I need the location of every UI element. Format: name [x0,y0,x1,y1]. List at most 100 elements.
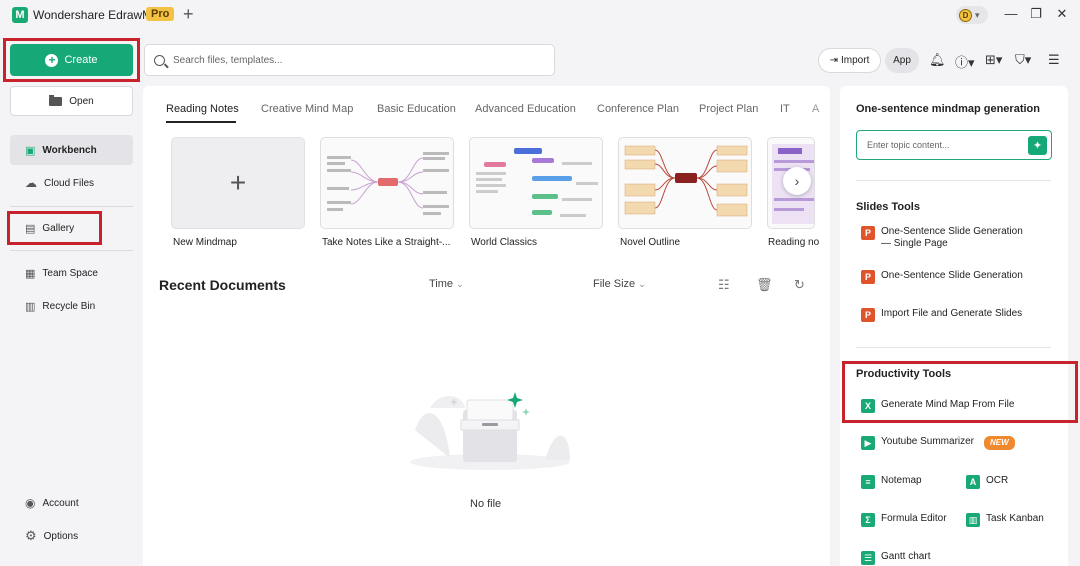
account-icon: ◉ [25,496,36,510]
sort-by-file-size[interactable]: File Size ⌄ [593,278,646,290]
mindmap-thumbnail-icon [327,152,449,215]
tool-label: Gantt chart [881,551,931,562]
sidebar-item-account[interactable]: ◉ Account [10,488,133,518]
sparkle-generate-icon[interactable]: ✦ [1028,136,1047,155]
gantt-icon: ☰ [861,551,875,565]
chevron-down-icon: ⌄ [638,279,646,289]
powerpoint-icon: P [861,226,875,240]
sort-by-time[interactable]: Time ⌄ [429,278,464,290]
search-icon [154,54,165,66]
sidebar-item-team-space[interactable]: ▦ Team Space [10,258,133,288]
tool-task-kanban[interactable]: ▥ Task Kanban [966,513,1044,527]
list-view-icon[interactable]: ☷ [718,277,730,293]
tool-slide-generation[interactable]: P One-Sentence Slide Generation [861,270,1023,284]
tool-label: One-Sentence Slide Generation — Single P… [881,226,1023,249]
tool-ocr[interactable]: A OCR [966,475,1008,489]
tab-basic-education[interactable]: Basic Education [377,103,456,115]
tool-slide-single-page[interactable]: P One-Sentence Slide Generation — Single… [861,226,1031,250]
sidebar-item-label: Options [43,530,79,542]
help-icon[interactable]: ⓘ▾ [955,52,975,71]
tool-gantt-chart[interactable]: ☰ Gantt chart [861,551,930,565]
search-input[interactable] [173,54,533,66]
user-avatar[interactable]: D ▾ [956,6,988,24]
recent-documents-title: Recent Documents [159,277,286,293]
pro-badge[interactable]: Pro [146,7,175,21]
import-label: Import [841,55,870,66]
sidebar-item-cloud-files[interactable]: ☁ Cloud Files [10,168,133,198]
workbench-icon: ▣ [25,144,36,157]
sort-size-label: File Size [593,278,636,290]
tool-youtube-summarizer[interactable]: ▶ Youtube Summarizer NEW [861,436,1015,450]
tool-label: Import File and Generate Slides [881,308,1023,319]
trash-icon: ▥ [25,300,36,313]
tab-reading-notes[interactable]: Reading Notes [166,103,239,115]
restore-button[interactable]: ❐ [1028,6,1044,22]
tab-it[interactable]: IT [780,103,790,115]
new-tab-button[interactable]: + [183,4,194,25]
tool-notemap[interactable]: ≡ Notemap [861,475,922,489]
sidebar-item-label: Cloud Files [44,177,95,189]
section-divider [856,180,1051,181]
open-label: Open [69,95,94,107]
template-card[interactable] [618,137,752,229]
tool-import-generate-slides[interactable]: P Import File and Generate Slides [861,308,1022,322]
close-button[interactable]: ✕ [1054,6,1070,22]
grid-icon[interactable]: ⊞▾ [985,52,1002,68]
template-card[interactable] [320,137,454,229]
refresh-icon[interactable]: ↻ [794,277,805,293]
sidebar-divider [10,206,133,207]
tool-label: Notemap [881,475,922,486]
sidebar-item-workbench[interactable]: ▣ Workbench [10,135,133,165]
tab-creative-mind-map[interactable]: Creative Mind Map [261,103,353,115]
open-button[interactable]: Open [10,86,133,116]
import-icon: ⇥ [829,55,839,66]
topic-input[interactable] [867,140,1017,150]
app-button[interactable]: App [885,48,919,73]
topic-input-box[interactable]: ✦ [856,130,1052,160]
sidebar-item-label: Recycle Bin [42,300,96,312]
notemap-icon: ≡ [861,475,875,489]
search-bar[interactable] [144,44,555,76]
sidebar-item-label: Team Space [42,267,98,279]
tab-project-plan[interactable]: Project Plan [699,103,758,115]
sigma-icon: Σ [861,513,875,527]
tool-label: OCR [986,475,1009,486]
trash-icon[interactable]: 🗑︎ [756,277,773,293]
empty-box-illustration [410,392,570,470]
next-templates-button[interactable]: › [783,167,811,195]
powerpoint-icon: P [861,308,875,322]
sidebar-item-label: Workbench [42,144,97,156]
cloud-icon: ☁ [25,176,37,190]
chevron-down-icon: ▾ [975,9,980,20]
title-bar: M Wondershare EdrawMind Pro + D ▾ — ❐ ✕ [0,0,1080,30]
sidebar-item-options[interactable]: ⚙ Options [10,521,133,551]
bell-icon[interactable]: 🔔︎ [929,52,946,68]
folder-icon [49,94,63,106]
minimize-button[interactable]: — [1003,6,1019,21]
gallery-highlight-box [7,211,102,245]
avatar: D [959,8,972,22]
tab-a[interactable]: A [812,103,819,115]
youtube-icon: ▶ [861,436,875,450]
chevron-right-icon: › [794,173,800,189]
slides-tools-title: Slides Tools [856,201,920,213]
template-label: New Mindmap [173,237,237,248]
menu-icon[interactable]: ☰ [1048,52,1060,68]
create-highlight-box [3,38,140,82]
kanban-icon: ▥ [966,513,980,527]
import-button[interactable]: ⇥ Import [818,48,881,73]
template-card[interactable] [469,137,603,229]
tool-formula-editor[interactable]: Σ Formula Editor [861,513,947,527]
empty-state-text: No file [470,498,502,510]
tab-conference-plan[interactable]: Conference Plan [597,103,679,115]
shirt-icon[interactable]: ⛉▾ [1015,52,1031,68]
app-logo-icon: M [12,7,28,23]
new-mindmap-card[interactable]: + [171,137,305,229]
tab-advanced-education[interactable]: Advanced Education [475,103,576,115]
tool-label: Formula Editor [881,513,947,524]
mindmap-thumbnail-icon [476,148,598,217]
tool-label: Youtube Summarizer [881,436,975,447]
active-tab-indicator [166,121,236,123]
sidebar-item-recycle-bin[interactable]: ▥ Recycle Bin [10,291,133,321]
productivity-highlight-box [842,361,1078,423]
